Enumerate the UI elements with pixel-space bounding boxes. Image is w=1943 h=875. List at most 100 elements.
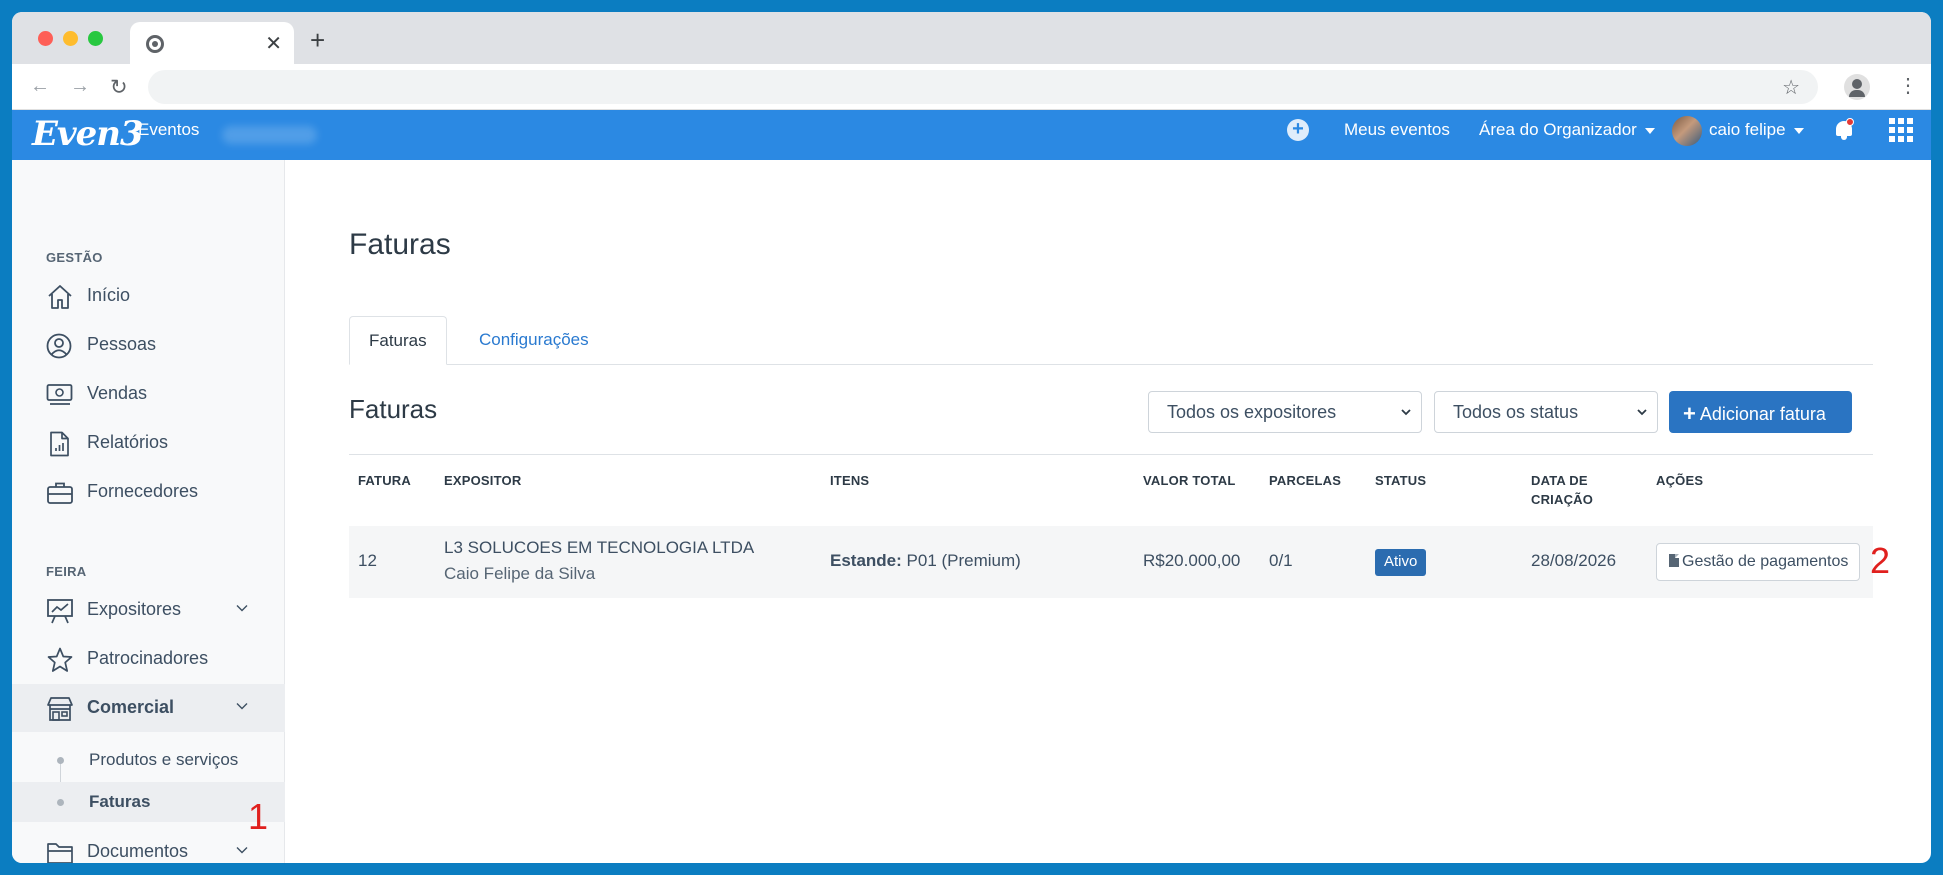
back-button[interactable]: ← xyxy=(30,75,50,98)
sidebar-item-label: Pessoas xyxy=(87,334,157,354)
tab-configuracoes[interactable]: Configurações xyxy=(460,316,608,365)
browser-toolbar: ← → ↻ ☆ ⋮ xyxy=(12,64,1931,110)
cell-expositor-person: Caio Felipe da Silva xyxy=(444,564,596,583)
browser-tabbar: ✕ + xyxy=(12,12,1931,64)
organizer-area-dropdown[interactable]: Área do Organizador xyxy=(1479,120,1655,140)
forward-button[interactable]: → xyxy=(70,75,90,98)
folder-icon xyxy=(47,843,73,863)
user-menu-dropdown[interactable]: caio felipe xyxy=(1709,120,1804,140)
sidebar-item-vendas[interactable]: Vendas xyxy=(12,370,285,418)
sidebar-item-pessoas[interactable]: Pessoas xyxy=(12,321,285,369)
plus-icon: + xyxy=(1683,401,1696,426)
sidebar-item-label: Início xyxy=(87,285,131,305)
sidebar-subitem-label: Faturas xyxy=(89,792,151,811)
presentation-chart-icon xyxy=(47,599,73,624)
sidebar-subitem-faturas[interactable]: Faturas xyxy=(12,782,285,822)
column-header-valor-total: VALOR TOTAL xyxy=(1143,473,1236,488)
sidebar-item-inicio[interactable]: Início xyxy=(12,272,285,320)
sidebar-subitem-produtos[interactable]: Produtos e serviços xyxy=(12,740,285,780)
cell-itens: Estande: P01 (Premium) xyxy=(830,551,1021,571)
money-icon xyxy=(46,384,73,405)
annotation-2: 2 xyxy=(1870,540,1891,581)
maximize-window-button[interactable] xyxy=(88,31,103,46)
address-bar[interactable]: ☆ xyxy=(148,70,1818,104)
cell-itens-value: P01 (Premium) xyxy=(906,551,1021,570)
bullet-dot xyxy=(57,799,64,806)
store-icon xyxy=(47,697,73,721)
cell-parcelas: 0/1 xyxy=(1269,551,1293,570)
status-filter-select[interactable]: Todos os status xyxy=(1434,391,1658,433)
new-tab-button[interactable]: + xyxy=(310,27,325,53)
add-invoice-label: Adicionar fatura xyxy=(1699,404,1826,424)
document-icon xyxy=(1669,554,1679,567)
page-title: Faturas xyxy=(349,228,451,261)
column-header-data-criacao: DATA DE CRIAÇÃO xyxy=(1531,471,1593,509)
chevron-down-icon xyxy=(236,703,248,710)
chevron-down-icon xyxy=(236,605,248,612)
sidebar-item-label: Relatórios xyxy=(87,432,169,452)
even3-logo[interactable]: Even3 xyxy=(32,114,144,154)
exhibitor-filter-select[interactable]: Todos os expositores xyxy=(1148,391,1422,433)
tab-faturas[interactable]: Faturas xyxy=(349,316,447,365)
logo-subtitle: Eventos xyxy=(138,120,200,139)
sidebar-item-fornecedores[interactable]: Fornecedores xyxy=(12,468,285,516)
status-badge: Ativo xyxy=(1375,549,1427,576)
table-row: 12 L3 SOLUCOES EM TECNOLOGIA LTDA Caio F… xyxy=(349,526,1890,598)
notification-dot xyxy=(1846,118,1854,126)
report-icon xyxy=(50,431,69,457)
chevron-down-icon xyxy=(236,847,248,854)
column-header-itens: ITENS xyxy=(830,473,870,488)
bookmark-star-icon[interactable]: ☆ xyxy=(1782,75,1800,100)
chrome-icon xyxy=(146,35,164,53)
section-gestao: GESTÃO xyxy=(46,250,103,265)
notifications-bell-icon[interactable] xyxy=(1835,118,1854,140)
cell-data-criacao: 28/08/2026 xyxy=(1531,551,1617,570)
payment-management-button[interactable]: Gestão de pagamentos xyxy=(1656,543,1860,581)
browser-tab[interactable]: ✕ xyxy=(130,22,294,64)
sidebar-item-patrocinadores[interactable]: Patrocinadores xyxy=(12,635,285,683)
blurred-event-name xyxy=(222,126,317,144)
chevron-down-icon xyxy=(1401,409,1411,416)
sidebar-item-label: Documentos xyxy=(87,841,189,861)
profile-icon[interactable] xyxy=(1844,74,1870,100)
sidebar-item-documentos[interactable]: Documentos xyxy=(12,828,285,863)
tabs: Faturas Configurações xyxy=(349,316,1873,365)
column-header-data-line2: CRIAÇÃO xyxy=(1531,492,1594,507)
briefcase-icon xyxy=(47,482,73,504)
reload-button[interactable]: ↻ xyxy=(110,75,128,100)
apps-grid-icon[interactable] xyxy=(1889,118,1913,142)
sidebar-item-label: Fornecedores xyxy=(87,481,199,501)
browser-menu-icon[interactable]: ⋮ xyxy=(1898,73,1918,98)
sidebar: GESTÃO Início Pessoas Vendas Relatórios … xyxy=(12,160,285,863)
sidebar-item-label: Patrocinadores xyxy=(87,648,209,668)
payment-management-label: Gestão de pagamentos xyxy=(1682,553,1849,570)
chevron-down-icon xyxy=(1637,409,1647,416)
sidebar-subitem-label: Produtos e serviços xyxy=(89,750,239,769)
organizer-area-label: Área do Organizador xyxy=(1479,120,1637,139)
user-circle-icon xyxy=(46,333,72,359)
user-avatar[interactable] xyxy=(1672,116,1702,146)
sidebar-item-label: Expositores xyxy=(87,599,182,619)
invoices-table: FATURA EXPOSITOR ITENS VALOR TOTAL PARCE… xyxy=(349,454,1890,598)
app-header: Even3 Eventos + Meus eventos Área do Org… xyxy=(12,110,1931,160)
sidebar-item-label: Comercial xyxy=(87,697,175,717)
minimize-window-button[interactable] xyxy=(63,31,78,46)
sidebar-item-expositores[interactable]: Expositores xyxy=(12,586,285,634)
sidebar-item-comercial[interactable]: Comercial xyxy=(12,684,285,732)
close-tab-icon[interactable]: ✕ xyxy=(265,31,282,56)
browser-window: ✕ + ← → ↻ ☆ ⋮ Even3 Eventos + Meus event… xyxy=(12,12,1931,863)
column-header-expositor: EXPOSITOR xyxy=(444,473,522,488)
bullet-dot xyxy=(57,757,64,764)
cell-itens-label: Estande: xyxy=(830,551,902,570)
close-window-button[interactable] xyxy=(38,31,53,46)
star-icon xyxy=(47,647,73,672)
sidebar-item-relatorios[interactable]: Relatórios xyxy=(12,419,285,467)
exhibitor-filter-value: Todos os expositores xyxy=(1167,402,1337,422)
add-event-icon[interactable]: + xyxy=(1287,119,1309,141)
add-invoice-button[interactable]: + Adicionar fatura xyxy=(1669,391,1852,433)
my-events-link[interactable]: Meus eventos xyxy=(1344,120,1450,140)
table-header: FATURA EXPOSITOR ITENS VALOR TOTAL PARCE… xyxy=(349,454,1873,526)
cell-fatura: 12 xyxy=(358,551,377,570)
section-feira: FEIRA xyxy=(46,564,87,579)
status-filter-value: Todos os status xyxy=(1453,402,1579,422)
